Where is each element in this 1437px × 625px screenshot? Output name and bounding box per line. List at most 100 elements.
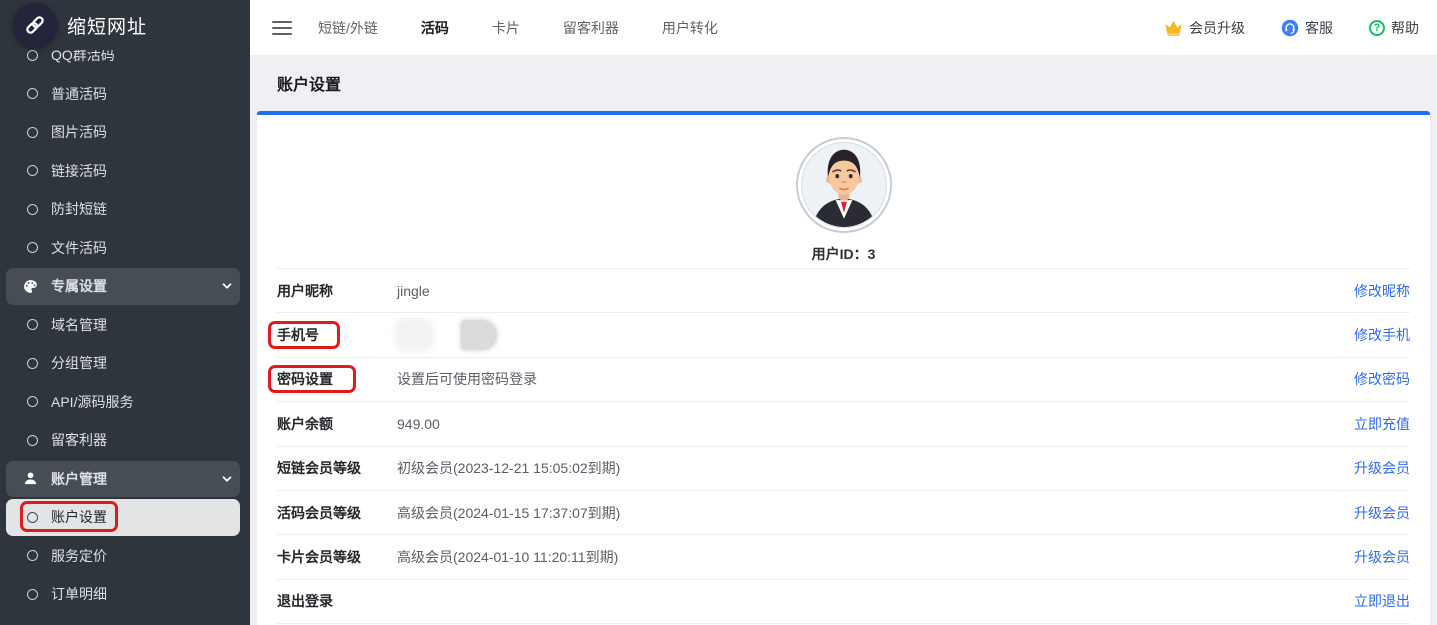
row-password: 密码设置 设置后可使用密码登录 修改密码 <box>277 358 1410 402</box>
upgrade-livecode-link[interactable]: 升级会员 <box>1354 503 1410 523</box>
app-title: 缩短网址 <box>67 12 147 39</box>
recharge-link[interactable]: 立即充值 <box>1354 414 1410 434</box>
topbar: 短链/外链 活码 卡片 留客利器 用户转化 会员升级 客服 ? 帮助 <box>250 0 1437 55</box>
sidebar-item-domain-management[interactable]: 域名管理 <box>0 306 250 345</box>
sidebar-item-label: API/源码服务 <box>51 392 133 412</box>
sidebar-item-account-settings[interactable]: 账户设置 <box>0 498 250 537</box>
sidebar-menu: QQ群活码 普通活码 图片活码 链接活码 防封短链 文件活码 专属设置 <box>0 36 250 614</box>
palette-icon <box>22 278 39 295</box>
sidebar-item-label: 防封短链 <box>51 199 107 219</box>
help-label: 帮助 <box>1391 18 1419 38</box>
page-title: 账户设置 <box>277 71 341 95</box>
circle-icon <box>27 127 38 138</box>
sidebar-item-label: 普通活码 <box>51 84 107 104</box>
link-icon <box>23 13 47 37</box>
avatar-image <box>801 142 887 228</box>
edit-password-link[interactable]: 修改密码 <box>1354 369 1410 389</box>
edit-nickname-link[interactable]: 修改昵称 <box>1354 281 1410 301</box>
circle-icon <box>27 319 38 330</box>
sidebar-item-label: 域名管理 <box>51 315 107 335</box>
row-livecode-level: 活码会员等级 高级会员(2024-01-15 17:37:07到期) 升级会员 <box>277 491 1410 535</box>
circle-icon <box>27 50 38 61</box>
sidebar-logo[interactable]: 缩短网址 <box>0 0 250 50</box>
hamburger-menu-icon[interactable] <box>272 20 292 36</box>
sidebar-item-label: 账户管理 <box>51 469 107 489</box>
sidebar-item-file-qr[interactable]: 文件活码 <box>0 229 250 268</box>
content-header: 账户设置 <box>250 55 1437 111</box>
row-balance: 账户余额 949.00 立即充值 <box>277 402 1410 446</box>
sidebar-item-customer-retention[interactable]: 留客利器 <box>0 421 250 460</box>
circle-icon <box>27 589 38 600</box>
password-hint: 设置后可使用密码登录 <box>397 369 537 389</box>
sidebar-item-label: 订单明细 <box>51 584 107 604</box>
sidebar-item-image-qr[interactable]: 图片活码 <box>0 113 250 152</box>
nav-item-conversion[interactable]: 用户转化 <box>662 18 718 38</box>
row-phone: 手机号 修改手机 <box>277 313 1410 357</box>
upgrade-membership-label: 会员升级 <box>1189 18 1245 38</box>
customer-service-label: 客服 <box>1305 18 1333 38</box>
circle-icon <box>27 435 38 446</box>
nav-item-retention[interactable]: 留客利器 <box>563 18 619 38</box>
help-icon: ? <box>1369 20 1385 36</box>
avatar[interactable] <box>796 137 892 233</box>
sidebar-item-label: 文件活码 <box>51 238 107 258</box>
nav-item-card[interactable]: 卡片 <box>492 18 520 38</box>
sidebar-item-exclusive-settings[interactable]: 专属设置 <box>0 267 250 306</box>
sidebar-item-label: 链接活码 <box>51 161 107 181</box>
user-id-text: 用户ID：3 <box>812 244 876 264</box>
logout-label: 退出登录 <box>277 591 397 611</box>
sidebar-item-label: 留客利器 <box>51 430 107 450</box>
logout-link[interactable]: 立即退出 <box>1354 591 1410 611</box>
shortlink-level-label: 短链会员等级 <box>277 458 397 478</box>
nickname-value: jingle <box>397 283 430 299</box>
circle-icon <box>27 396 38 407</box>
sidebar-item-label: 服务定价 <box>51 546 107 566</box>
row-card-level: 卡片会员等级 高级会员(2024-01-10 11:20:11到期) 升级会员 <box>277 535 1410 579</box>
sidebar: QQ群活码 普通活码 图片活码 链接活码 防封短链 文件活码 专属设置 <box>0 0 250 625</box>
row-logout: 退出登录 立即退出 <box>277 580 1410 624</box>
edit-phone-link[interactable]: 修改手机 <box>1354 325 1410 345</box>
sidebar-item-label: 专属设置 <box>51 276 107 296</box>
phone-value-redacted <box>397 320 497 350</box>
sidebar-item-label: 图片活码 <box>51 122 107 142</box>
nav-item-shortlink[interactable]: 短链/外链 <box>318 18 378 38</box>
circle-icon <box>27 88 38 99</box>
chevron-down-icon <box>220 279 234 293</box>
sidebar-item-link-qr[interactable]: 链接活码 <box>0 152 250 191</box>
sidebar-item-normal-qr[interactable]: 普通活码 <box>0 75 250 114</box>
balance-label: 账户余额 <box>277 414 397 434</box>
sidebar-item-anti-block-shortlink[interactable]: 防封短链 <box>0 190 250 229</box>
sidebar-item-account-management[interactable]: 账户管理 <box>0 460 250 499</box>
sidebar-item-service-pricing[interactable]: 服务定价 <box>0 537 250 576</box>
phone-label: 手机号 <box>277 325 397 345</box>
profile-section: 用户ID：3 <box>257 137 1430 264</box>
sidebar-item-api-source-service[interactable]: API/源码服务 <box>0 383 250 422</box>
sidebar-item-order-details[interactable]: 订单明细 <box>0 575 250 614</box>
upgrade-shortlink-link[interactable]: 升级会员 <box>1354 458 1410 478</box>
circle-icon <box>27 358 38 369</box>
circle-icon <box>27 512 38 523</box>
customer-service-button[interactable]: 客服 <box>1281 18 1333 38</box>
livecode-level-value: 高级会员(2024-01-15 17:37:07到期) <box>397 503 620 523</box>
sidebar-item-group-management[interactable]: 分组管理 <box>0 344 250 383</box>
redaction-blob <box>397 321 431 349</box>
headset-icon <box>1281 19 1299 37</box>
settings-rows: 用户昵称 jingle 修改昵称 手机号 修改手机 密码设置 设置后可使用密码登… <box>277 268 1410 624</box>
redaction-blob <box>461 320 497 350</box>
upgrade-membership-button[interactable]: 会员升级 <box>1164 18 1245 38</box>
shortlink-level-value: 初级会员(2023-12-21 15:05:02到期) <box>397 458 620 478</box>
top-nav: 短链/外链 活码 卡片 留客利器 用户转化 <box>318 18 761 38</box>
nav-item-livecode[interactable]: 活码 <box>421 18 449 38</box>
card-level-label: 卡片会员等级 <box>277 547 397 567</box>
circle-icon <box>27 242 38 253</box>
row-shortlink-level: 短链会员等级 初级会员(2023-12-21 15:05:02到期) 升级会员 <box>277 447 1410 491</box>
chevron-down-icon <box>220 472 234 486</box>
livecode-level-label: 活码会员等级 <box>277 503 397 523</box>
balance-value: 949.00 <box>397 416 440 432</box>
upgrade-card-link[interactable]: 升级会员 <box>1354 547 1410 567</box>
row-nickname: 用户昵称 jingle 修改昵称 <box>277 269 1410 313</box>
crown-icon <box>1164 20 1183 36</box>
help-button[interactable]: ? 帮助 <box>1369 18 1419 38</box>
user-icon <box>22 470 39 487</box>
circle-icon <box>27 204 38 215</box>
